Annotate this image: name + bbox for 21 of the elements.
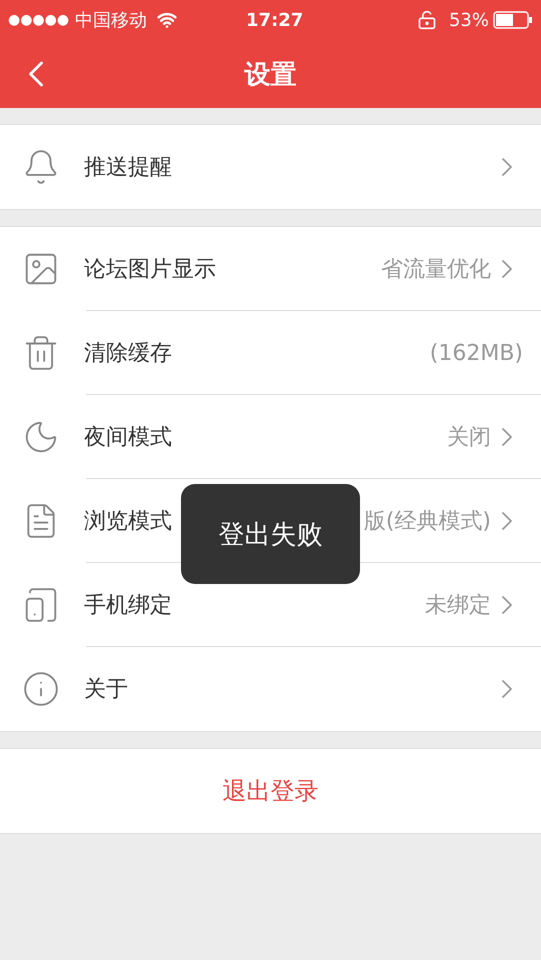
logout-button[interactable]: 退出登录 (0, 748, 541, 834)
battery-percent: 53% (448, 10, 489, 30)
setting-label[interactable]: 论坛图片显示 (84, 254, 381, 284)
page-title: 设置 (244, 58, 296, 92)
setting-value: 省流量优化 (381, 256, 491, 284)
toast: 登出失败 (181, 484, 360, 584)
info-icon (22, 670, 60, 708)
setting-label[interactable]: 清除缓存 (84, 338, 430, 368)
setting-value: 版(经典模式) (364, 508, 491, 536)
setting-value: 关闭 (447, 424, 491, 452)
wifi-icon (157, 10, 178, 30)
signal-dots: ●●●●● (8, 12, 70, 28)
setting-label[interactable]: 关于 (84, 674, 491, 704)
carrier: 中国移动 (75, 9, 148, 32)
clock: 17:27 (246, 10, 304, 30)
setting-label[interactable]: 手机绑定 (84, 590, 425, 620)
setting-label[interactable]: 推送提醒 (84, 152, 491, 182)
setting-value: 未绑定 (425, 592, 491, 620)
setting-label[interactable]: 夜间模式 (84, 422, 447, 452)
battery-icon (493, 11, 533, 29)
setting-value: (162MB) (430, 340, 523, 366)
